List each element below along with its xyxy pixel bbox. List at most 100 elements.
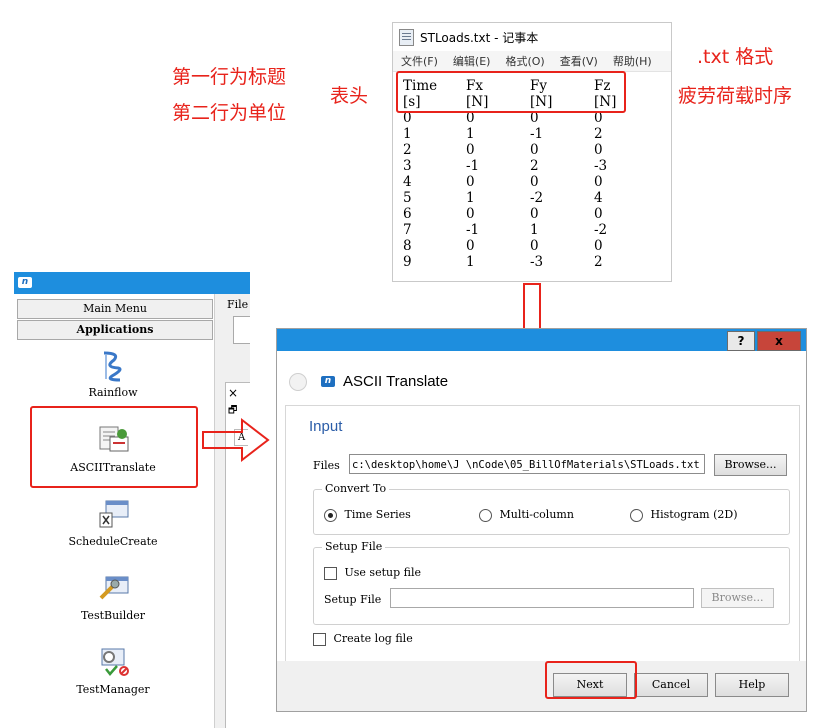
- notepad-cell: 2: [530, 158, 539, 174]
- create-log-file-checkbox[interactable]: Create log file: [313, 632, 413, 646]
- cancel-button[interactable]: Cancel: [634, 673, 708, 697]
- notepad-cell: 0: [466, 142, 475, 158]
- setup-file-input[interactable]: [390, 588, 694, 608]
- main-application-window: n Main Menu Applications File × 🗗 A Rain…: [14, 272, 250, 728]
- new-document-icon[interactable]: [233, 316, 250, 344]
- app-label-rainflow: Rainflow: [88, 386, 138, 399]
- ascii-translate-highlight-box: [30, 406, 198, 488]
- notepad-window: STLoads.txt - 记事本 文件(F) 编辑(E) 格式(O) 查看(V…: [392, 22, 672, 282]
- app-test-builder[interactable]: TestBuilder: [14, 573, 212, 622]
- radio-multi-column[interactable]: Multi-column: [479, 508, 574, 522]
- notepad-data-row: 3 -1 2 -3: [403, 158, 671, 174]
- radio-time-series[interactable]: Time Series: [324, 508, 411, 522]
- notepad-cell: 0: [530, 142, 539, 158]
- dialog-header: n ASCII Translate: [277, 351, 806, 403]
- dialog-title: ASCII Translate: [343, 373, 449, 390]
- radio-histogram-2d-indicator[interactable]: [630, 508, 643, 522]
- next-button-highlight-box: [545, 661, 637, 699]
- app-label-schedule-create: ScheduleCreate: [68, 535, 158, 548]
- notepad-menu-file[interactable]: 文件(F): [401, 53, 438, 69]
- notepad-cell: -3: [594, 158, 608, 174]
- notepad-menu-help[interactable]: 帮助(H): [613, 53, 652, 69]
- notepad-data-row: 1 1 -1 2: [403, 126, 671, 142]
- notepad-data-row: 6 0 0 0: [403, 206, 671, 222]
- test-builder-icon: [98, 573, 129, 603]
- schedule-create-icon: [98, 499, 129, 529]
- annotation-header: 表头: [330, 85, 369, 107]
- applications-button[interactable]: Applications: [17, 320, 213, 340]
- notepad-cell: 0: [530, 174, 539, 190]
- notepad-cell: 0: [594, 142, 603, 158]
- main-menu-button[interactable]: Main Menu: [17, 299, 213, 319]
- notepad-cell: 5: [403, 190, 412, 206]
- dialog-content: Input Files c:\desktop\home\J \nCode\05_…: [285, 405, 800, 663]
- help-button[interactable]: Help: [715, 673, 789, 697]
- setup-file-title: Setup File: [322, 540, 386, 553]
- rainflow-icon: [98, 350, 128, 382]
- app-rainflow[interactable]: Rainflow: [14, 350, 212, 399]
- dialog-close-control[interactable]: x: [757, 331, 801, 351]
- create-log-file-label: Create log file: [333, 632, 413, 645]
- notepad-data-rows: 0 0 0 0 1 1 -1 2 2 0 0 0 3 -1 2 -3 4 0 0 0 5 1 -2 4 6 0 0 0 7 -1 1 -2 8 0…: [403, 110, 671, 270]
- annotation-second-row-units: 第二行为单位: [172, 102, 287, 124]
- notepad-data-row: 4 0 0 0: [403, 174, 671, 190]
- notepad-menubar: 文件(F) 编辑(E) 格式(O) 查看(V) 帮助(H): [393, 51, 671, 72]
- files-browse-button[interactable]: Browse...: [714, 454, 787, 476]
- files-input[interactable]: c:\desktop\home\J \nCode\05_BillOfMateri…: [349, 454, 705, 474]
- radio-multi-column-indicator[interactable]: [479, 508, 492, 522]
- notepad-cell: -2: [594, 222, 608, 238]
- header-highlight-box: [396, 71, 626, 113]
- radio-histogram-2d[interactable]: Histogram (2D): [630, 508, 738, 522]
- setup-file-browse-button[interactable]: Browse...: [701, 588, 774, 608]
- test-manager-icon: [98, 647, 129, 677]
- workspace-area: File × 🗗 A: [214, 294, 250, 728]
- create-log-file-box[interactable]: [313, 632, 326, 646]
- dialog-titlebar: ? x: [277, 329, 806, 351]
- notepad-cell: -3: [530, 254, 544, 270]
- notepad-cell: 3: [403, 158, 412, 174]
- notepad-data-row: 5 1 -2 4: [403, 190, 671, 206]
- notepad-cell: 2: [594, 254, 603, 270]
- notepad-icon: [399, 28, 414, 46]
- radio-time-series-label: Time Series: [344, 508, 411, 521]
- notepad-menu-format[interactable]: 格式(O): [505, 53, 544, 69]
- notepad-titlebar: STLoads.txt - 记事本: [393, 23, 671, 51]
- dialog-help-control[interactable]: ?: [727, 331, 755, 351]
- use-setup-file-label: Use setup file: [344, 566, 421, 579]
- notepad-cell: 1: [466, 190, 475, 206]
- notepad-menu-edit[interactable]: 编辑(E): [453, 53, 491, 69]
- notepad-cell: 1: [466, 126, 475, 142]
- convert-to-title: Convert To: [322, 482, 390, 495]
- main-titlebar: n: [14, 272, 250, 294]
- side-close-icon[interactable]: ×: [228, 386, 238, 400]
- ascii-translate-dialog: ? x n ASCII Translate Input Files c:\des…: [276, 328, 807, 712]
- radio-histogram-2d-label: Histogram (2D): [650, 508, 738, 521]
- notepad-cell: -1: [466, 222, 480, 238]
- app-schedule-create[interactable]: ScheduleCreate: [14, 499, 212, 548]
- notepad-cell: 2: [594, 126, 603, 142]
- notepad-cell: 9: [403, 254, 412, 270]
- notepad-cell: 0: [466, 206, 475, 222]
- use-setup-file-checkbox[interactable]: Use setup file: [324, 566, 421, 580]
- dialog-logo-icon: n: [321, 376, 335, 387]
- file-menu[interactable]: File: [227, 298, 248, 311]
- notepad-cell: -1: [530, 126, 544, 142]
- notepad-cell: 8: [403, 238, 412, 254]
- notepad-data-row: 8 0 0 0: [403, 238, 671, 254]
- notepad-cell: -1: [466, 158, 480, 174]
- right-arrow: [202, 417, 270, 463]
- app-test-manager[interactable]: TestManager: [14, 647, 212, 696]
- ncode-logo-icon: n: [18, 277, 32, 288]
- notepad-cell: 1: [466, 254, 475, 270]
- notepad-cell: 4: [403, 174, 412, 190]
- back-icon[interactable]: [289, 373, 307, 391]
- setup-file-group: Setup File Use setup file Setup File Bro…: [313, 540, 790, 625]
- radio-time-series-indicator[interactable]: [324, 508, 337, 522]
- notepad-cell: 0: [466, 174, 475, 190]
- notepad-data-row: 9 1 -3 2: [403, 254, 671, 270]
- notepad-data-row: 2000: [403, 142, 671, 158]
- notepad-cell: 2: [403, 142, 412, 158]
- use-setup-file-box[interactable]: [324, 566, 337, 580]
- notepad-menu-view[interactable]: 查看(V): [560, 53, 598, 69]
- app-label-test-manager: TestManager: [76, 683, 150, 696]
